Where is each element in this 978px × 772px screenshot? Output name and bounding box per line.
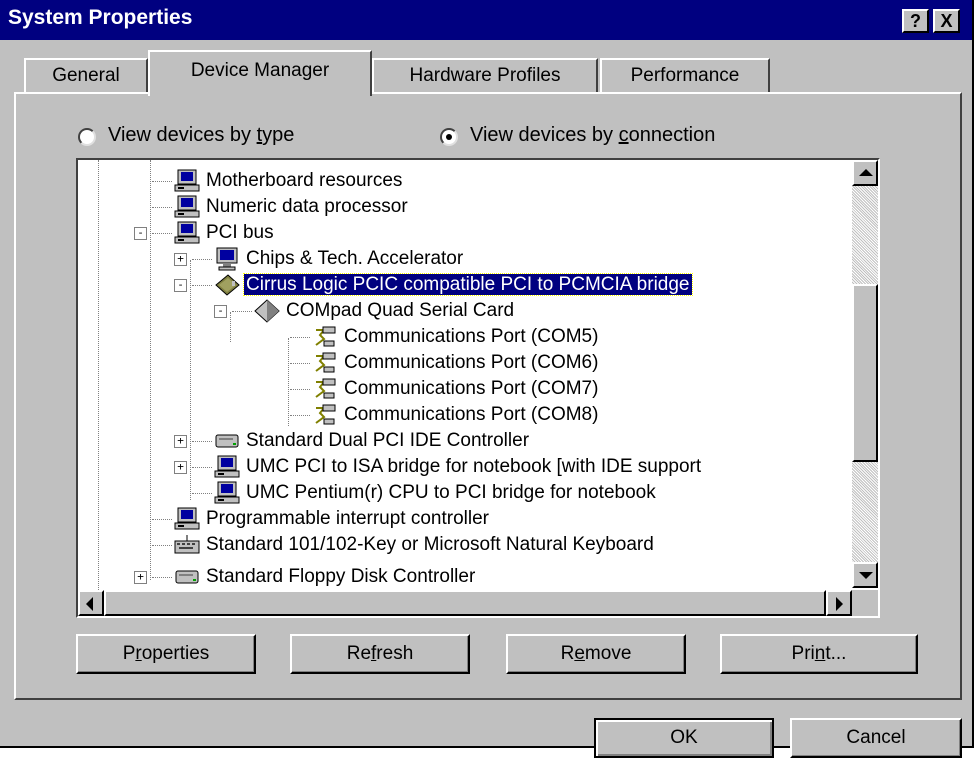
tree-item-label: Chips & Tech. Accelerator: [246, 248, 464, 269]
cancel-button[interactable]: Cancel: [790, 718, 962, 758]
vertical-scroll-thumb[interactable]: [852, 284, 878, 462]
computer-icon: [174, 169, 200, 193]
tab-device-manager[interactable]: Device Manager: [148, 50, 372, 96]
print-button[interactable]: Print...: [720, 634, 918, 674]
tree-item[interactable]: UMC PCI to ISA bridge for notebook [with…: [244, 454, 703, 480]
monitor-icon: [214, 247, 240, 271]
port-icon: [312, 377, 338, 401]
remove-button[interactable]: Remove: [506, 634, 686, 674]
tree-item[interactable]: Standard 101/102-Key or Microsoft Natura…: [204, 532, 656, 558]
expand-icon[interactable]: +: [174, 253, 187, 266]
tree-item-label: Motherboard resources: [206, 170, 403, 191]
tree-item-label: Communications Port (COM6): [344, 352, 599, 373]
horizontal-scrollbar[interactable]: [78, 590, 852, 616]
tree-item[interactable]: Communications Port (COM8): [342, 402, 600, 428]
title-bar[interactable]: System Properties ? X: [0, 0, 972, 40]
scroll-down-button[interactable]: [852, 562, 878, 588]
tree-item-label: Standard Floppy Disk Controller: [206, 566, 476, 587]
tab-performance[interactable]: Performance: [600, 58, 770, 94]
port-icon: [312, 325, 338, 349]
device-tree[interactable]: Motherboard resources Numeric data proces…: [76, 158, 880, 618]
tree-item[interactable]: Chips & Tech. Accelerator: [244, 246, 465, 272]
scrollbar-corner: [852, 590, 878, 616]
expand-icon[interactable]: +: [174, 435, 187, 448]
tree-item-label: Programmable interrupt controller: [206, 508, 490, 529]
computer-icon: [214, 455, 240, 479]
tree-item[interactable]: Communications Port (COM6): [342, 350, 600, 376]
tab-hardware-profiles[interactable]: Hardware Profiles: [372, 58, 598, 94]
tree-item-label: PCI bus: [206, 222, 274, 243]
computer-icon: [214, 481, 240, 505]
collapse-icon[interactable]: -: [214, 305, 227, 318]
port-icon: [312, 403, 338, 427]
window-title: System Properties: [8, 6, 193, 29]
computer-icon: [174, 195, 200, 219]
collapse-icon[interactable]: -: [134, 227, 147, 240]
computer-icon: [174, 221, 200, 245]
tree-item-label: Numeric data processor: [206, 196, 408, 217]
view-by-connection-label: View devices by: [470, 124, 619, 146]
scroll-right-button[interactable]: [826, 590, 852, 616]
tree-item-label: Communications Port (COM5): [344, 326, 599, 347]
system-properties-window: System Properties ? X General Hardware P…: [0, 0, 974, 758]
view-by-connection-radio[interactable]: [440, 128, 458, 146]
pcmcia-card-icon: [214, 273, 240, 297]
tree-item[interactable]: Standard Floppy Disk Controller: [204, 564, 477, 590]
view-by-type-radio[interactable]: [78, 128, 96, 146]
tree-item[interactable]: Communications Port (COM7): [342, 376, 600, 402]
tree-item-label: UMC Pentium(r) CPU to PCI bridge for not…: [246, 482, 656, 503]
diamond-icon: [254, 299, 280, 323]
close-button[interactable]: X: [933, 9, 960, 33]
tree-item[interactable]: UMC Pentium(r) CPU to PCI bridge for not…: [244, 480, 658, 506]
properties-button[interactable]: Properties: [76, 634, 256, 674]
tree-item-label: Standard Dual PCI IDE Controller: [246, 430, 530, 451]
tree-item-label: Communications Port (COM8): [344, 404, 599, 425]
tree-item[interactable]: Standard Dual PCI IDE Controller: [244, 428, 531, 454]
tree-item-label: UMC PCI to ISA bridge for notebook [with…: [246, 456, 702, 477]
arrow-right-icon: [836, 597, 843, 611]
scroll-left-button[interactable]: [78, 590, 104, 616]
help-button[interactable]: ?: [902, 9, 929, 33]
tree-item[interactable]: Cirrus Logic PCIC compatible PCI to PCMC…: [243, 272, 693, 298]
drive-icon: [214, 429, 240, 453]
computer-icon: [174, 507, 200, 531]
arrow-down-icon: [859, 572, 873, 579]
arrow-up-icon: [859, 169, 873, 176]
tree-item[interactable]: Numeric data processor: [204, 194, 410, 220]
vertical-scrollbar[interactable]: [852, 160, 878, 588]
arrow-left-icon: [86, 597, 93, 611]
collapse-icon[interactable]: -: [174, 279, 187, 292]
scroll-up-button[interactable]: [852, 160, 878, 186]
keyboard-icon: [174, 533, 200, 557]
device-tree-content: Motherboard resources Numeric data proces…: [78, 160, 878, 616]
tree-item[interactable]: Communications Port (COM5): [342, 324, 600, 350]
tree-item[interactable]: Programmable interrupt controller: [204, 506, 491, 532]
port-icon: [312, 351, 338, 375]
tree-item[interactable]: COMpad Quad Serial Card: [284, 298, 516, 324]
horizontal-scroll-thumb[interactable]: [104, 590, 826, 616]
tree-item-label: Cirrus Logic PCIC compatible PCI to PCMC…: [243, 273, 693, 296]
tree-item-label: Standard 101/102-Key or Microsoft Natura…: [206, 534, 654, 555]
view-by-type-label: View devices by: [108, 124, 257, 146]
ok-button[interactable]: OK: [594, 718, 774, 758]
expand-icon[interactable]: +: [174, 461, 187, 474]
tree-item-label: Communications Port (COM7): [344, 378, 599, 399]
tree-item-label: COMpad Quad Serial Card: [286, 300, 515, 321]
expand-icon[interactable]: +: [134, 571, 147, 584]
drive-icon: [174, 565, 200, 589]
tab-general[interactable]: General: [24, 58, 148, 94]
tree-item[interactable]: PCI bus: [204, 220, 276, 246]
tree-item[interactable]: Motherboard resources: [204, 168, 404, 194]
refresh-button[interactable]: Refresh: [290, 634, 470, 674]
